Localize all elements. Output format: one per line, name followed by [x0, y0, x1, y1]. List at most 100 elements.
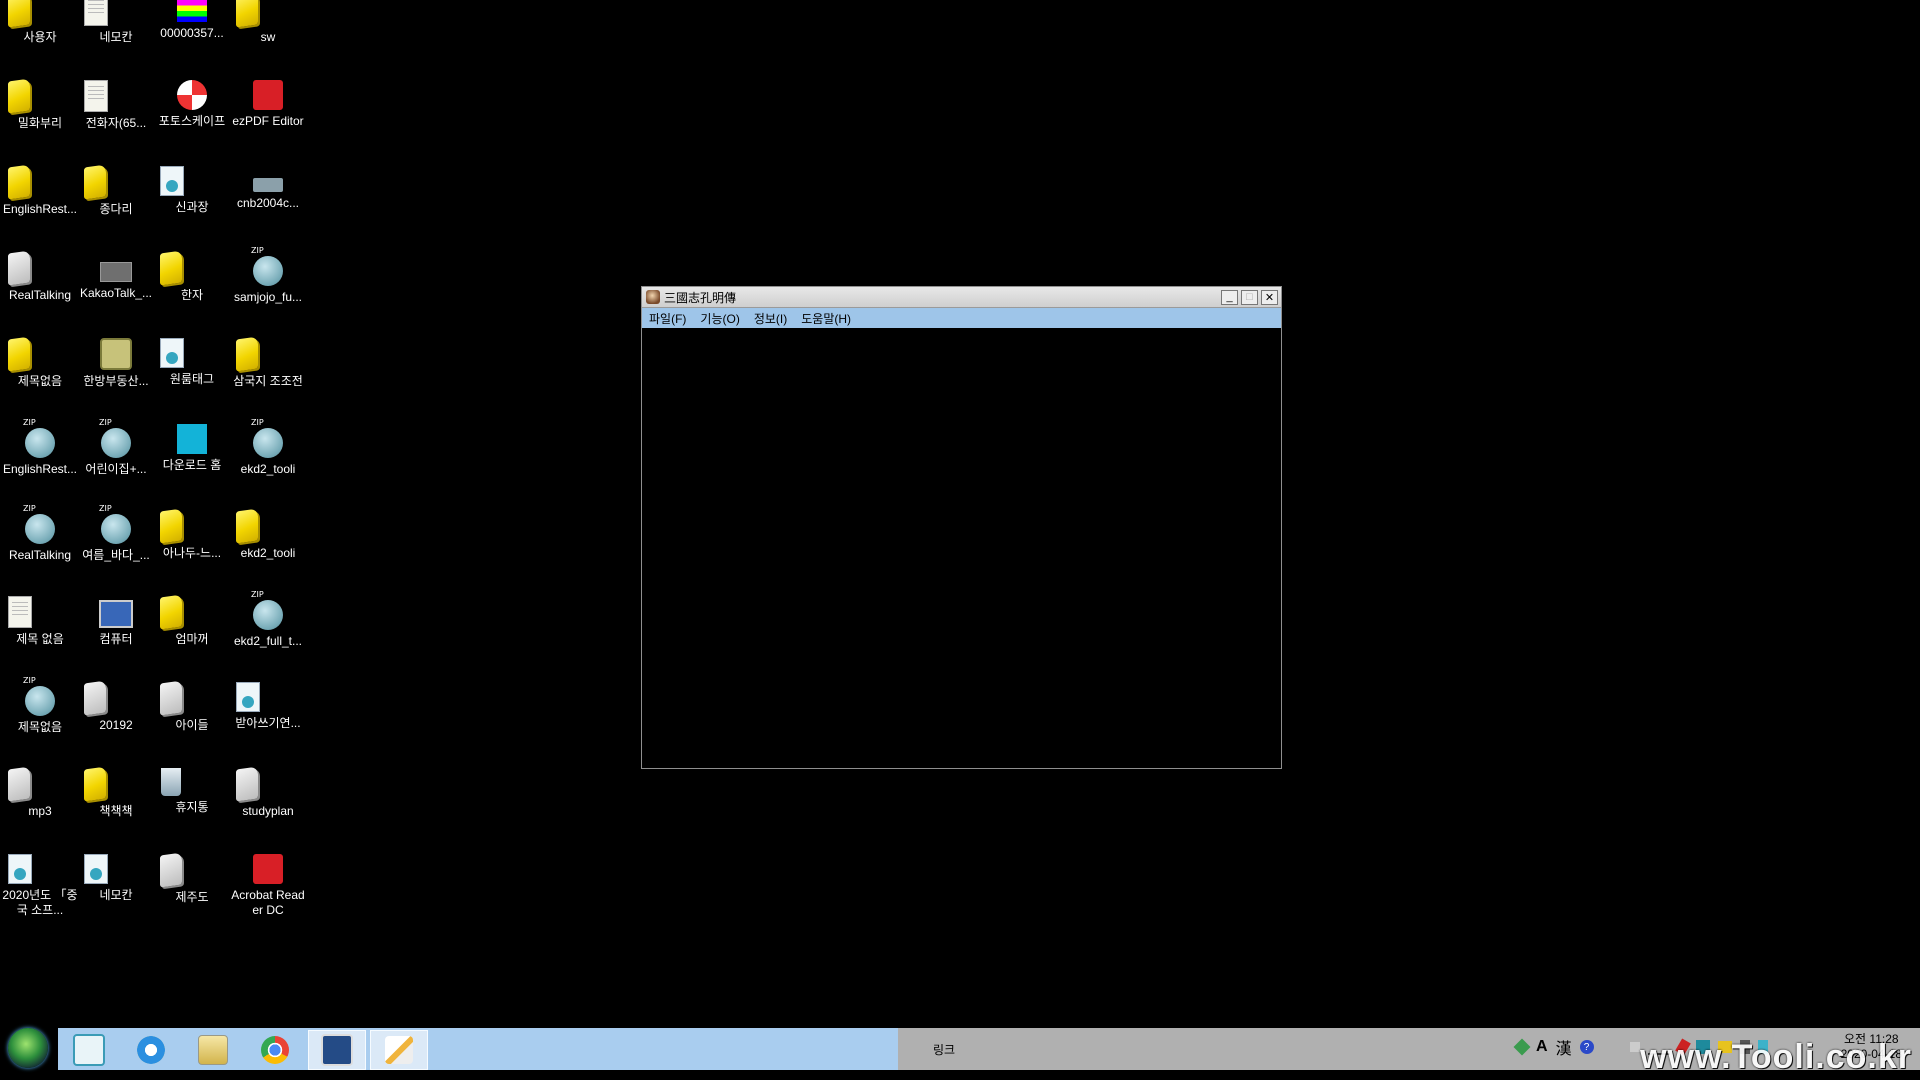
desktop-icon[interactable]: 네모칸: [78, 0, 154, 45]
desktop-icon[interactable]: 네모칸: [78, 854, 154, 903]
watermark: www.Tooli.co.kr: [1640, 1038, 1912, 1076]
folder-icon: [160, 508, 182, 544]
desktop-icon[interactable]: studyplan: [230, 766, 306, 819]
taskbar-ie-button[interactable]: [122, 1030, 180, 1070]
desktop-icon-label: 어린이집+...: [85, 462, 147, 476]
desktop-icon-label: 사용자: [23, 30, 57, 44]
desktop-icon[interactable]: 엄마꺼: [154, 594, 230, 647]
color-bars-image-icon: [177, 0, 207, 22]
start-button[interactable]: [8, 1028, 48, 1068]
desktop-icon[interactable]: cnb2004c...: [230, 166, 306, 211]
menu-info[interactable]: 정보(I): [747, 310, 794, 327]
desktop-icon[interactable]: 한자: [154, 250, 230, 303]
file-explorer-icon: [198, 1035, 228, 1065]
house-icon: [100, 338, 132, 370]
desktop-icon[interactable]: 2020년도 「중국 소프...: [2, 854, 78, 918]
network-icon[interactable]: [1513, 1038, 1531, 1056]
desktop-icon[interactable]: 밀화부리: [2, 78, 78, 131]
desktop-icon[interactable]: ekd2_full_t...: [230, 590, 306, 649]
desktop-icon[interactable]: sw: [230, 0, 306, 45]
desktop-icon[interactable]: 책책책: [78, 766, 154, 819]
notepad-doc-icon: [8, 596, 32, 628]
desktop-icon[interactable]: ekd2_tooli: [230, 418, 306, 477]
paint-icon: [385, 1036, 413, 1064]
menu-help[interactable]: 도움말(H): [794, 310, 858, 327]
ime-mode-icon[interactable]: A: [1536, 1038, 1548, 1056]
taskbar-explorer-button[interactable]: [184, 1030, 242, 1070]
desktop-icon-label: 00000357...: [160, 26, 224, 40]
taskbar-chrome-button[interactable]: [246, 1030, 304, 1070]
desktop-icon[interactable]: 포토스케이프: [154, 80, 230, 129]
desktop-icon[interactable]: 원룸태그: [154, 338, 230, 387]
desktop-icon[interactable]: EnglishRest...: [2, 418, 78, 477]
desktop-icon[interactable]: 제목없음: [2, 336, 78, 389]
camera-icon: [253, 178, 283, 192]
desktop-icon[interactable]: 제목없음: [2, 676, 78, 735]
desktop-icon-label: 제목 없음: [16, 632, 64, 646]
desktop-icon[interactable]: 휴지통: [154, 768, 230, 815]
folder-grey-icon: [84, 680, 106, 716]
close-button[interactable]: ✕: [1261, 289, 1278, 305]
folder-icon: [84, 164, 106, 200]
desktop-icon[interactable]: 20192: [78, 680, 154, 733]
quick-launch-bar: [58, 1028, 898, 1070]
keyboard-icon[interactable]: [1629, 1042, 1640, 1052]
maximize-button[interactable]: □: [1241, 289, 1258, 305]
desktop-icon[interactable]: 삼국지 조조전: [230, 336, 306, 389]
links-toolbar-label[interactable]: 링크: [933, 1041, 955, 1058]
app-icon: [646, 290, 660, 304]
desktop-icon[interactable]: ezPDF Editor: [230, 80, 306, 129]
desktop-icon[interactable]: EnglishRest...: [2, 164, 78, 217]
desktop-icon[interactable]: KakaoTalk_...: [78, 252, 154, 301]
taskbar-game-button[interactable]: [308, 1030, 366, 1070]
desktop-icon[interactable]: 아나두-느...: [154, 508, 230, 561]
desktop-icon[interactable]: 사용자: [2, 0, 78, 45]
title-bar[interactable]: 三國志孔明傳 _ □ ✕: [642, 287, 1281, 308]
desktop-icon-label: 제목없음: [17, 720, 63, 734]
desktop-icon[interactable]: 다운로드 홈: [154, 424, 230, 473]
desktop-icon[interactable]: 아이들: [154, 680, 230, 733]
folder-grey-icon: [8, 250, 30, 286]
menu-function[interactable]: 기능(O): [693, 310, 746, 327]
taskbar-hwp-button[interactable]: [60, 1030, 118, 1070]
desktop-icon-label: 한자: [180, 288, 204, 302]
app-window: 三國志孔明傳 _ □ ✕ 파일(F) 기능(O) 정보(I) 도움말(H): [641, 286, 1282, 769]
folder-icon: [236, 508, 258, 544]
folder-icon: [160, 594, 182, 630]
desktop-icon-label: samjojo_fu...: [233, 290, 303, 304]
desktop-icon-label: 아이들: [175, 718, 209, 732]
minimize-button[interactable]: _: [1221, 289, 1238, 305]
desktop-icon[interactable]: 한방부동산...: [78, 338, 154, 389]
hwp-doc-icon: [8, 854, 32, 884]
desktop-icon[interactable]: 종다리: [78, 164, 154, 217]
desktop-icon[interactable]: mp3: [2, 766, 78, 819]
hanja-icon[interactable]: 漢: [1556, 1035, 1572, 1059]
desktop-icon[interactable]: 00000357...: [154, 0, 230, 41]
desktop-icon[interactable]: RealTalking: [2, 250, 78, 303]
desktop-icon[interactable]: 신과장: [154, 166, 230, 215]
game-canvas[interactable]: [642, 328, 1281, 768]
desktop-icon[interactable]: ekd2_tooli: [230, 508, 306, 561]
photoscape-icon: [177, 80, 207, 110]
folder-grey-icon: [236, 766, 258, 802]
taskbar-paint-button[interactable]: [370, 1030, 428, 1070]
desktop-icon-label: EnglishRest...: [2, 202, 78, 216]
help-icon[interactable]: ?: [1579, 1040, 1594, 1054]
desktop-icon-label: 원룸태그: [169, 372, 215, 386]
desktop-icon[interactable]: 컴퓨터: [78, 596, 154, 647]
desktop-icon-label: 밀화부리: [17, 116, 63, 130]
desktop-icon[interactable]: samjojo_fu...: [230, 246, 306, 305]
desktop-icon[interactable]: RealTalking: [2, 504, 78, 563]
desktop-icon[interactable]: 여름_바다_...: [78, 504, 154, 563]
desktop-icon[interactable]: 전화자(65...: [78, 80, 154, 131]
zip-icon: [23, 418, 55, 458]
desktop-icon[interactable]: 제주도: [154, 852, 230, 905]
desktop-icon[interactable]: 어린이집+...: [78, 418, 154, 477]
desktop-icon[interactable]: 제목 없음: [2, 596, 78, 647]
desktop-icon[interactable]: 받아쓰기연...: [230, 682, 306, 731]
desktop-icon-label: 다운로드 홈: [162, 458, 222, 472]
desktop-icon[interactable]: Acrobat Reader DC: [230, 854, 306, 918]
menu-file[interactable]: 파일(F): [642, 310, 693, 327]
desktop-icon-label: studyplan: [242, 804, 294, 818]
desktop-icon-label: 한방부동산...: [83, 374, 149, 388]
